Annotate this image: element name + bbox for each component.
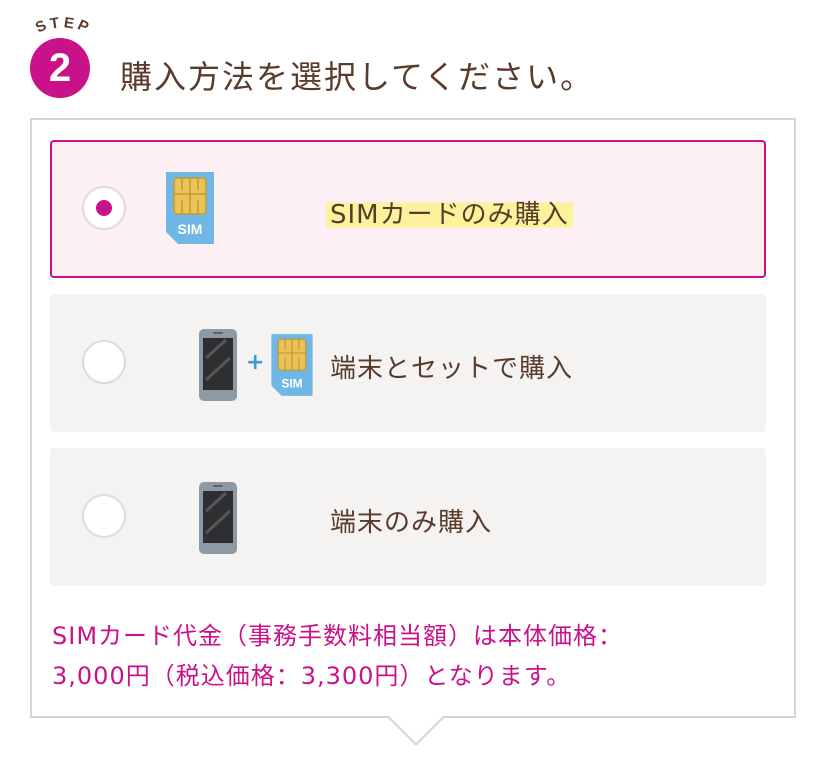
smartphone-icon <box>199 482 237 554</box>
step-word-letter: T <box>48 13 62 33</box>
option-label-sim-only: SIMカードのみ購入 <box>326 200 573 230</box>
sim-card-icon: SIM <box>166 172 214 244</box>
radio-sim-only[interactable] <box>82 186 126 230</box>
step-indicator: STEP 2 <box>28 14 98 98</box>
smartphone-icon <box>199 329 237 401</box>
step-word-letter: E <box>62 13 77 33</box>
radio-selected-dot <box>96 200 112 216</box>
sim-price-note-line2: 3,000円（税込価格：3,300円）となります。 <box>52 662 572 690</box>
option-device-only[interactable]: 端末のみ購入 <box>50 448 766 586</box>
step-word-letter: S <box>32 16 51 37</box>
svg-text:SIM: SIM <box>178 221 203 237</box>
step-number-badge: 2 <box>30 38 90 98</box>
option-label-device-and-sim: 端末とセットで購入 <box>330 354 574 384</box>
sim-price-note-line1: SIMカード代金（事務手数料相当額）は本体価格： <box>52 622 624 650</box>
sim-price-note: SIMカード代金（事務手数料相当額）は本体価格： 3,000円（税込価格：3,3… <box>52 616 782 696</box>
option-label-device-only: 端末のみ購入 <box>330 508 493 538</box>
step-number: 2 <box>48 45 72 90</box>
svg-text:SIM: SIM <box>281 376 302 390</box>
plus-icon: + <box>246 350 265 375</box>
sim-card-icon: SIM <box>271 334 313 396</box>
step-word-letter: P <box>74 16 93 37</box>
option-sim-only[interactable]: SIM SIMカードのみ購入 <box>50 140 766 278</box>
page-title: 購入方法を選択してください。 <box>120 58 595 96</box>
step-word: STEP <box>30 13 100 37</box>
radio-device-only[interactable] <box>82 494 126 538</box>
radio-device-and-sim[interactable] <box>82 340 126 384</box>
option-device-and-sim[interactable]: + SIM 端末とセットで購入 <box>50 294 766 432</box>
